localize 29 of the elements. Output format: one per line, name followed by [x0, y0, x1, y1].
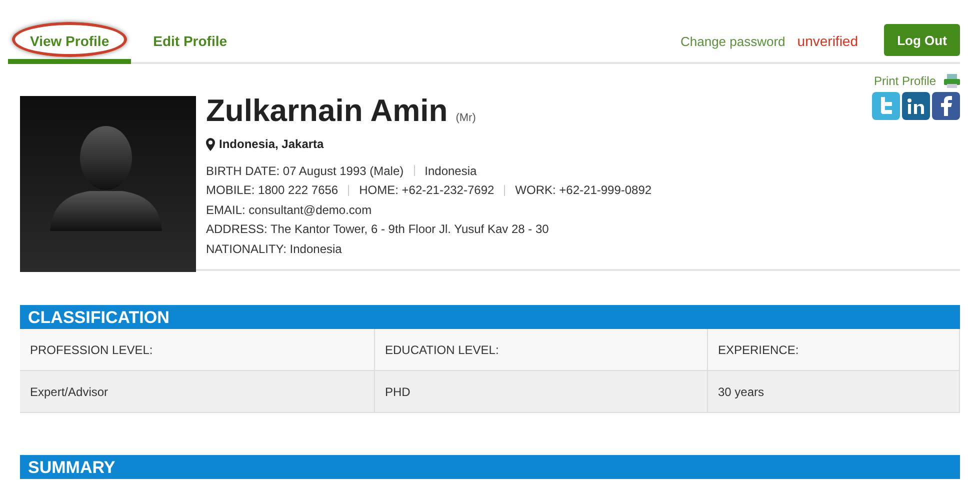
detail-text: BIRTH DATE: 07 August 1993 (Male) — [206, 164, 404, 178]
detail-text: NATIONALITY: Indonesia — [206, 242, 342, 256]
detail-text: Indonesia — [424, 164, 477, 178]
profile-tab[interactable]: View Profile — [8, 19, 132, 64]
location-text: Indonesia, Jakarta — [219, 137, 324, 151]
table-cell: 30 years — [708, 371, 960, 413]
printer-icon[interactable] — [944, 74, 960, 88]
linkedin-icon[interactable] — [902, 92, 930, 120]
detail-text: HOME: +62-21-232-7692 — [359, 183, 494, 198]
column-label: EDUCATION LEVEL: — [375, 329, 708, 371]
logout-button[interactable]: Log Out — [884, 24, 960, 56]
profile-tab[interactable]: Edit Profile — [131, 19, 250, 64]
name-title: (Mr) — [456, 112, 476, 124]
detail-text: WORK: +62-21-999-0892 — [515, 183, 652, 198]
print-profile-link[interactable]: Print Profile — [874, 74, 936, 88]
facebook-icon[interactable] — [932, 92, 960, 120]
column-label: PROFESSION LEVEL: — [20, 329, 375, 371]
detail-text: ADDRESS: The Kantor Tower, 6 - 9th Floor Jl. Yusuf Kav 28 - 30 — [206, 222, 549, 236]
table-cell: Expert/Advisor — [20, 371, 375, 413]
detail-text: MOBILE: 1800 222 7656 — [206, 183, 338, 198]
section-header: CLASSIFICATION — [20, 305, 960, 329]
verification-status: unverified — [797, 33, 858, 49]
profile-name: Zulkarnain Amin — [206, 93, 448, 129]
table-cell: PHD — [375, 371, 708, 413]
detail-text: EMAIL: consultant@demo.com — [206, 202, 372, 217]
change-password-link[interactable]: Change password — [680, 34, 786, 49]
column-label: EXPERIENCE: — [708, 329, 960, 371]
section-header: SUMMARY — [20, 455, 960, 479]
location-pin-icon — [206, 138, 215, 150]
